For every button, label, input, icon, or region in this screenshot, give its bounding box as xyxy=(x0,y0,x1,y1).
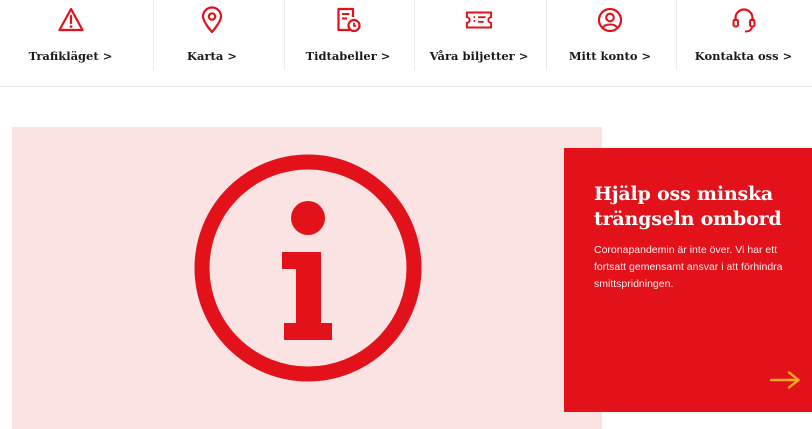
nav-label-trafiklaget: Trafikläget > xyxy=(28,49,113,63)
nav-divider xyxy=(153,0,154,70)
warning-triangle-icon xyxy=(57,6,85,34)
arrow-right-icon[interactable] xyxy=(768,370,802,390)
nav-item-kontakta-oss[interactable]: Kontakta oss > xyxy=(675,0,812,86)
info-icon xyxy=(194,154,422,382)
nav-label-vara-biljetter: Våra biljetter > xyxy=(429,49,529,63)
nav-label-karta: Karta > xyxy=(187,49,237,63)
nav-divider xyxy=(676,0,677,70)
nav-divider xyxy=(546,0,547,70)
nav-label-tidtabeller: Tidtabeller > xyxy=(305,49,391,63)
nav-label-kontakta-oss: Kontakta oss > xyxy=(694,49,793,63)
top-navigation: Trafikläget > Karta > Tidtabeller > Våra… xyxy=(0,0,812,87)
nav-divider xyxy=(284,0,285,70)
nav-item-mitt-konto[interactable]: Mitt konto > xyxy=(545,0,675,86)
promo-card[interactable]: Hjälp oss minska trängseln ombord Corona… xyxy=(564,148,812,412)
promo-text: Coronapandemin är inte över. Vi har ett … xyxy=(594,244,783,290)
nav-divider xyxy=(414,0,415,70)
ticket-icon xyxy=(465,6,493,34)
timetable-clock-icon xyxy=(334,6,362,34)
user-account-icon xyxy=(596,6,624,34)
headset-icon xyxy=(730,6,758,34)
nav-item-tidtabeller[interactable]: Tidtabeller > xyxy=(283,0,413,86)
nav-item-vara-biljetter[interactable]: Våra biljetter > xyxy=(413,0,545,86)
map-pin-icon xyxy=(198,6,226,34)
nav-label-mitt-konto: Mitt konto > xyxy=(568,49,652,63)
promo-title: Hjälp oss minska trängseln ombord xyxy=(594,183,782,230)
nav-item-trafiklaget[interactable]: Trafikläget > xyxy=(0,0,141,86)
nav-item-karta[interactable]: Karta > xyxy=(141,0,283,86)
